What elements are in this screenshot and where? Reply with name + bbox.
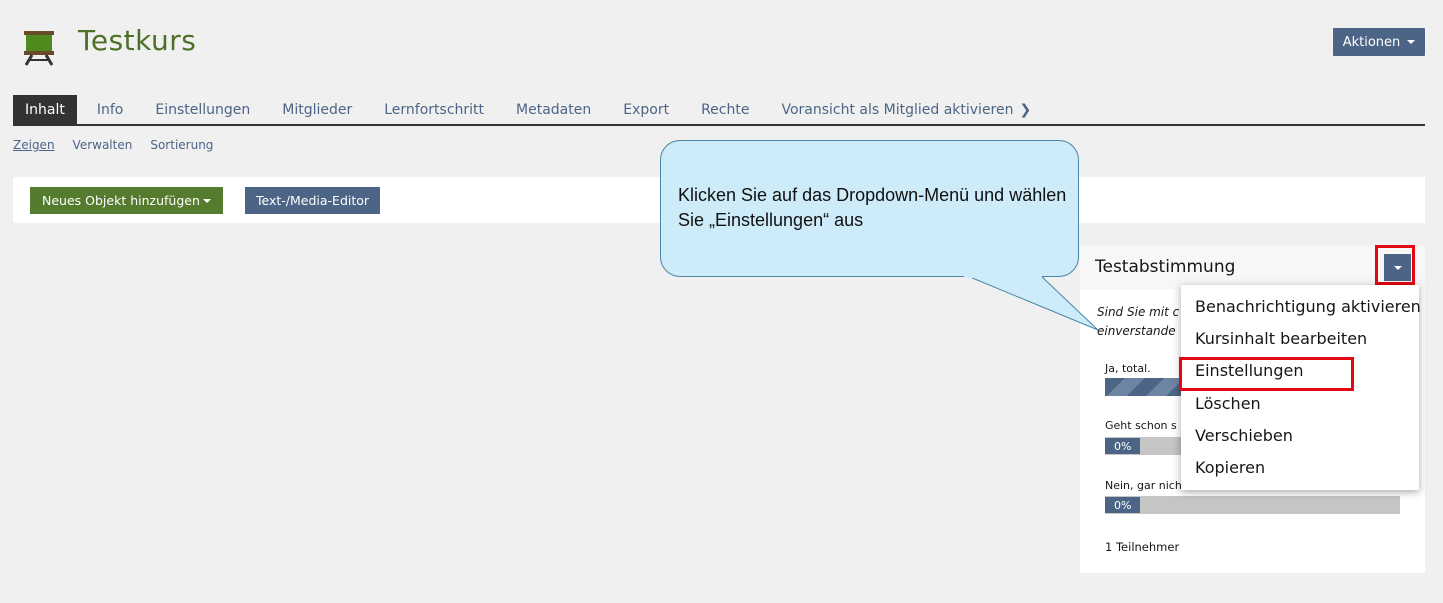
subtab-verwalten[interactable]: Verwalten <box>73 138 133 152</box>
menu-item-loeschen[interactable]: Löschen <box>1195 394 1261 413</box>
tabs-divider <box>13 124 1425 126</box>
menu-item-kopieren[interactable]: Kopieren <box>1195 458 1265 477</box>
course-icon <box>22 30 56 66</box>
tab-metadaten[interactable]: Metadaten <box>500 95 607 125</box>
menu-item-verschieben[interactable]: Verschieben <box>1195 426 1293 445</box>
menu-item-benachrichtigung[interactable]: Benachrichtigung aktivieren <box>1195 297 1421 316</box>
add-object-button[interactable]: Neues Objekt hinzufügen <box>30 187 223 214</box>
highlight-box-einstellungen <box>1179 357 1354 391</box>
subtab-sortierung[interactable]: Sortierung <box>150 138 213 152</box>
tab-inhalt[interactable]: Inhalt <box>13 95 77 125</box>
caret-down-icon <box>1407 40 1416 44</box>
answer-percent: 0% <box>1105 497 1141 513</box>
participant-count: 1 Teilnehmer <box>1105 540 1180 554</box>
subtab-zeigen[interactable]: Zeigen <box>13 138 55 152</box>
page-title: Testkurs <box>78 24 197 57</box>
add-object-label: Neues Objekt hinzufügen <box>42 193 200 208</box>
menu-item-kursinhalt-bearbeiten[interactable]: Kursinhalt bearbeiten <box>1195 329 1367 348</box>
answer-label: Nein, gar nicht <box>1105 479 1187 492</box>
answer-label: Ja, total. <box>1105 362 1151 375</box>
answer-label: Geht schon s <box>1105 419 1177 432</box>
highlight-box-toggle <box>1375 245 1415 285</box>
tab-lernfortschritt[interactable]: Lernfortschritt <box>368 95 500 125</box>
tab-mitglieder[interactable]: Mitglieder <box>266 95 368 125</box>
answer-percent: 0% <box>1105 438 1141 454</box>
tab-rechte[interactable]: Rechte <box>685 95 765 125</box>
answer-bar-track <box>1105 496 1400 514</box>
text-media-editor-button[interactable]: Text-/Media-Editor <box>245 187 381 214</box>
tab-export[interactable]: Export <box>607 95 685 125</box>
chevron-right-icon: ❯ <box>1019 102 1032 118</box>
actions-label: Aktionen <box>1342 34 1401 50</box>
sub-tabs: Zeigen Verwalten Sortierung <box>13 138 213 152</box>
main-tabs: Inhalt Info Einstellungen Mitglieder Ler… <box>13 95 1425 125</box>
tab-voransicht[interactable]: Voransicht als Mitglied aktivieren ❯ <box>765 95 1047 125</box>
callout-text: Klicken Sie auf das Dropdown-Menü und wä… <box>678 185 1067 230</box>
tab-info[interactable]: Info <box>81 95 140 125</box>
poll-title: Testabstimmung <box>1095 257 1236 277</box>
caret-down-icon <box>202 198 211 203</box>
tab-einstellungen[interactable]: Einstellungen <box>139 95 266 125</box>
actions-button[interactable]: Aktionen <box>1333 28 1425 56</box>
